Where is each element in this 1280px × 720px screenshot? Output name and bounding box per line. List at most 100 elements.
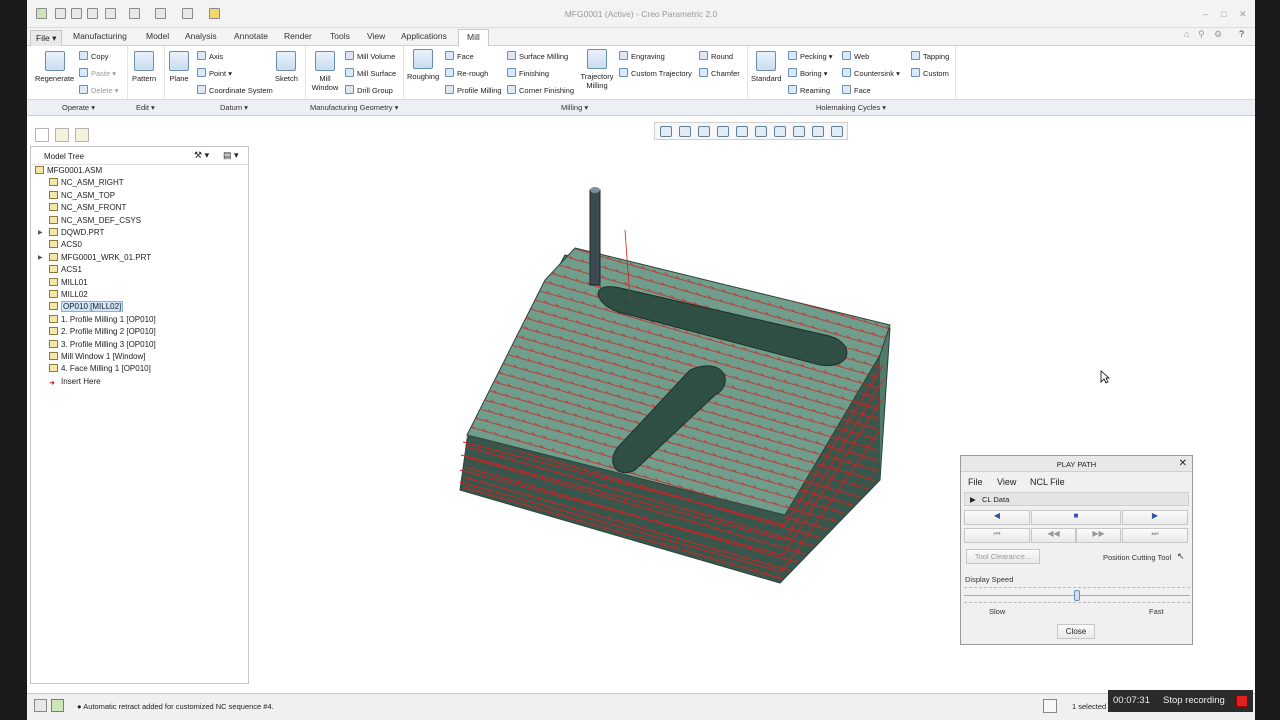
tab-model[interactable]: Model: [146, 31, 169, 41]
go-to-end-button[interactable]: ⏭: [1122, 528, 1188, 543]
delete-button[interactable]: Delete ▾: [79, 85, 119, 95]
group-datum[interactable]: Datum ▾: [220, 103, 248, 112]
layout-icon[interactable]: [34, 699, 47, 712]
refit-icon[interactable]: [660, 126, 672, 137]
tab-file[interactable]: File ▾: [30, 30, 63, 47]
corner-finishing-button[interactable]: Corner Finishing: [507, 85, 574, 95]
menu-file[interactable]: File: [968, 477, 983, 487]
tree-node[interactable]: Mill Window 1 [Window]: [49, 352, 145, 364]
regenerate-button[interactable]: Regenerate: [35, 51, 74, 83]
tree-node[interactable]: 4. Face Milling 1 [OP010]: [49, 364, 151, 376]
zoom-out-icon[interactable]: [698, 126, 710, 137]
plane-button[interactable]: Plane: [169, 51, 189, 83]
trajectory-milling-button[interactable]: Trajectory Milling: [579, 49, 615, 90]
tab-mill[interactable]: Mill: [458, 29, 489, 46]
group-operate[interactable]: Operate ▾: [62, 103, 95, 112]
tree-node[interactable]: NC_ASM_FRONT: [49, 203, 126, 215]
close-icon[interactable]: ✕: [1179, 458, 1187, 469]
tree-node[interactable]: 2. Profile Milling 2 [OP010]: [49, 327, 156, 339]
web-button[interactable]: Web: [842, 51, 869, 61]
tree-node[interactable]: MILL01: [49, 277, 88, 290]
search-icon[interactable]: ⚲: [1198, 29, 1205, 40]
standard-drill-button[interactable]: Standard: [751, 51, 781, 83]
settings-icon[interactable]: ⚙: [1214, 29, 1222, 40]
tapping-button[interactable]: Tapping: [911, 51, 949, 61]
face-drill-button[interactable]: Face: [842, 85, 871, 95]
menu-view[interactable]: View: [997, 477, 1016, 487]
tree-node[interactable]: NC_ASM_RIGHT: [49, 178, 124, 190]
pecking-button[interactable]: Pecking ▾: [788, 51, 833, 61]
stop-button[interactable]: ■: [1031, 510, 1121, 525]
coordinate-system-button[interactable]: Coordinate System: [197, 85, 273, 95]
close-button[interactable]: Close: [1057, 624, 1095, 639]
step-back-button[interactable]: ◀◀: [1031, 528, 1076, 543]
group-edit[interactable]: Edit ▾: [136, 103, 155, 112]
rerough-button[interactable]: Re-rough: [445, 68, 488, 78]
tree-settings-icon[interactable]: ▤ ▾: [223, 150, 239, 161]
repaint-icon[interactable]: [717, 126, 729, 137]
mill-volume-button[interactable]: Mill Volume: [345, 51, 395, 61]
go-to-start-button[interactable]: ⏮: [964, 528, 1030, 543]
tab-render[interactable]: Render: [284, 31, 312, 41]
chamfer-button[interactable]: Chamfer: [699, 68, 740, 78]
help-up-icon[interactable]: ⌂: [1184, 29, 1189, 39]
graphics-viewport[interactable]: [425, 180, 905, 590]
tree-node[interactable]: MFG0001.ASM: [35, 166, 102, 178]
play-backward-button[interactable]: ◀: [964, 510, 1030, 525]
position-tool-icon[interactable]: ↖: [1177, 551, 1185, 562]
expand-arrow-icon[interactable]: ▶: [38, 229, 43, 236]
custom-trajectory-button[interactable]: Custom Trajectory: [619, 68, 692, 78]
paste-button[interactable]: Paste ▾: [79, 68, 116, 78]
tree-node[interactable]: ▶ DQWD.PRT: [38, 228, 104, 240]
face-milling-button[interactable]: Face: [445, 51, 474, 61]
custom-cycle-button[interactable]: Custom: [911, 68, 949, 78]
axis-button[interactable]: Axis: [197, 51, 223, 61]
close-window-icon[interactable]: ✕: [1239, 9, 1247, 20]
tree-node[interactable]: OP010 [MILL02]: [49, 301, 124, 314]
copy-button[interactable]: Copy: [79, 51, 109, 61]
tab-view[interactable]: View: [367, 31, 385, 41]
tab-analysis[interactable]: Analysis: [185, 31, 217, 41]
tree-node[interactable]: 3. Profile Milling 3 [OP010]: [49, 339, 156, 352]
saved-views-icon[interactable]: [755, 126, 767, 137]
roughing-button[interactable]: Roughing: [407, 49, 439, 81]
countersink-button[interactable]: Countersink ▾: [842, 68, 900, 78]
menu-ncl-file[interactable]: NCL File: [1030, 477, 1065, 487]
cl-data-section[interactable]: ▶ CL Data: [964, 492, 1189, 506]
tree-node[interactable]: MILL02: [49, 290, 88, 302]
datum-display-icon[interactable]: [812, 126, 824, 137]
tree-node[interactable]: ACS1: [49, 265, 82, 277]
browser-icon[interactable]: [51, 699, 64, 712]
play-forward-button[interactable]: ▶: [1122, 510, 1188, 525]
stop-square-icon[interactable]: [1236, 695, 1248, 707]
annotation-display-icon[interactable]: [831, 126, 843, 137]
tool-clearance-button[interactable]: Tool Clearance...: [966, 549, 1040, 564]
tree-node[interactable]: ▶ MFG0001_WRK_01.PRT: [38, 252, 151, 265]
stop-recording-button[interactable]: Stop recording: [1163, 695, 1225, 706]
surface-milling-button[interactable]: Surface Milling: [507, 51, 568, 61]
mill-window-button[interactable]: Mill Window: [309, 51, 341, 92]
tab-applications[interactable]: Applications: [401, 31, 447, 41]
round-button[interactable]: Round: [699, 51, 733, 61]
mill-surface-button[interactable]: Mill Surface: [345, 68, 396, 78]
drill-group-button[interactable]: Drill Group: [345, 85, 393, 95]
perspective-icon[interactable]: [793, 126, 805, 137]
display-speed-slider[interactable]: [964, 587, 1190, 603]
favorites-tab-icon[interactable]: [75, 128, 89, 142]
sketch-button[interactable]: Sketch: [275, 51, 298, 83]
display-style-icon[interactable]: [736, 126, 748, 137]
tree-node[interactable]: ➜ Insert Here: [49, 377, 101, 389]
step-forward-button[interactable]: ▶▶: [1076, 528, 1121, 543]
tab-tools[interactable]: Tools: [330, 31, 350, 41]
minimize-icon[interactable]: –: [1203, 9, 1208, 19]
group-holemaking-cycles[interactable]: Holemaking Cycles ▾: [816, 103, 886, 112]
boring-button[interactable]: Boring ▾: [788, 68, 828, 78]
model-tree-tab-icon[interactable]: [35, 128, 49, 142]
tab-annotate[interactable]: Annotate: [234, 31, 268, 41]
tree-node[interactable]: ACS0: [49, 240, 82, 252]
cutting-tool[interactable]: [589, 187, 601, 286]
slider-thumb[interactable]: [1074, 590, 1080, 601]
maximize-icon[interactable]: □: [1221, 9, 1226, 19]
tree-node[interactable]: 1. Profile Milling 1 [OP010]: [49, 314, 156, 327]
help-icon[interactable]: ?: [1239, 29, 1244, 39]
